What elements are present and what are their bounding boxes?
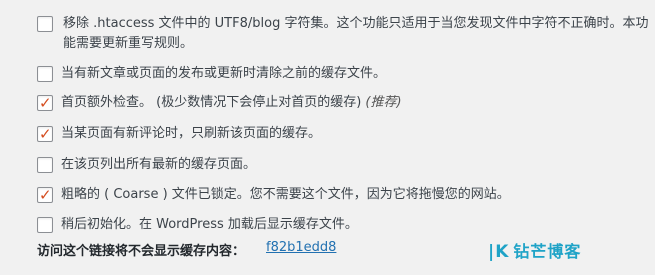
option-label: 首页额外检查。 (极少数情况下会停止对首页的缓存) (推荐): [61, 93, 402, 113]
recommended-note: (推荐): [365, 95, 402, 110]
checkbox[interactable]: ✓: [37, 125, 53, 143]
option-clear-cache-on-publish[interactable]: 当有新文章或页面的发布或更新时清除之前的缓存文件。: [37, 64, 386, 84]
uncached-link[interactable]: f82b1edd8: [266, 240, 336, 255]
checkmark-icon: ✓: [39, 94, 52, 112]
watermark: |K 钻芒博客: [488, 238, 581, 262]
checkmark-icon: ✓: [39, 186, 52, 204]
option-label: 当有新文章或页面的发布或更新时清除之前的缓存文件。: [61, 66, 387, 81]
checkbox[interactable]: [37, 66, 53, 82]
option-front-page-check[interactable]: ✓ 首页额外检查。 (极少数情况下会停止对首页的缓存) (推荐): [37, 93, 402, 113]
checkbox[interactable]: ✓: [37, 94, 53, 112]
watermark-text: 钻芒博客: [513, 242, 582, 261]
checkbox[interactable]: [37, 217, 53, 233]
checkbox[interactable]: ✓: [37, 186, 53, 204]
option-list-recent-cached[interactable]: 在该页列出所有最新的缓存页面。: [37, 155, 256, 175]
uncached-link-label: 访问这个链接将不会显示缓存内容：: [37, 244, 246, 259]
option-label: 在该页列出所有最新的缓存页面。: [61, 157, 257, 172]
option-coarse-file-lock[interactable]: ✓ 粗略的 ( Coarse ) 文件已锁定。您不需要这个文件，因为它将拖慢您的…: [37, 185, 510, 205]
settings-panel: 移除 .htaccess 文件中的 UTF8/blog 字符集。这个功能只适用于…: [0, 0, 655, 275]
checkmark-icon: ✓: [39, 125, 52, 143]
checkbox[interactable]: [37, 16, 53, 32]
option-refresh-on-comment[interactable]: ✓ 当某页面有新评论时，只刷新该页面的缓存。: [37, 124, 321, 144]
option-label: 粗略的 ( Coarse ) 文件已锁定。您不需要这个文件，因为它将拖慢您的网站…: [61, 187, 510, 202]
option-late-init[interactable]: 稍后初始化。在 WordPress 加载后显示缓存文件。: [37, 215, 358, 235]
option-label: 稍后初始化。在 WordPress 加载后显示缓存文件。: [61, 217, 358, 232]
option-label: 移除 .htaccess 文件中的 UTF8/blog 字符集。这个功能只适用于…: [63, 16, 649, 51]
option-remove-utf8-charset[interactable]: 移除 .htaccess 文件中的 UTF8/blog 字符集。这个功能只适用于…: [37, 14, 649, 54]
checkbox[interactable]: [37, 157, 53, 173]
option-text: 首页额外检查。 (极少数情况下会停止对首页的缓存): [61, 95, 362, 110]
option-label: 当某页面有新评论时，只刷新该页面的缓存。: [61, 126, 322, 141]
logo-icon: |K: [488, 242, 510, 262]
